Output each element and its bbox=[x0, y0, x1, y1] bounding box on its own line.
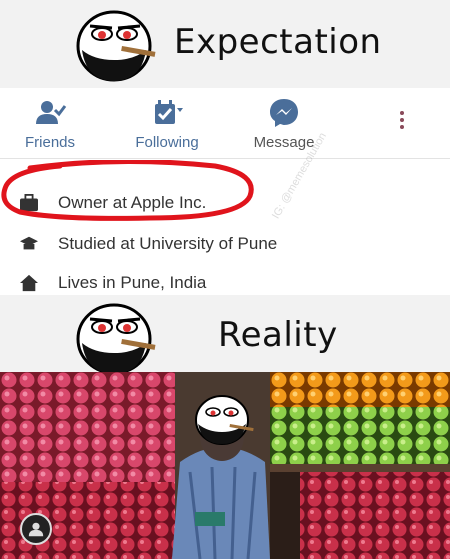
fruit-stall-photo bbox=[0, 372, 450, 559]
more-vertical-icon[interactable] bbox=[400, 108, 406, 132]
friends-button[interactable]: Friends bbox=[0, 96, 100, 151]
graduation-cap-icon bbox=[18, 234, 40, 254]
reality-panel: Reality bbox=[0, 295, 450, 375]
location-info-row: Lives in Pune, India bbox=[18, 270, 206, 296]
meme-face-icon bbox=[72, 4, 158, 84]
rss-feed-icon bbox=[150, 96, 184, 130]
education-info-text: Studied at University of Pune bbox=[58, 234, 278, 253]
user-avatar-icon[interactable] bbox=[20, 513, 52, 545]
reality-heading: Reality bbox=[218, 315, 338, 355]
expectation-panel: Expectation bbox=[0, 0, 450, 88]
friends-label: Friends bbox=[24, 134, 76, 151]
home-icon bbox=[18, 273, 40, 293]
expectation-heading: Expectation bbox=[174, 22, 382, 62]
divider bbox=[0, 158, 450, 159]
meme-face-icon bbox=[72, 297, 158, 377]
location-info-text: Lives in Pune, India bbox=[58, 273, 207, 292]
messenger-icon bbox=[267, 96, 301, 130]
following-button[interactable]: Following bbox=[117, 96, 217, 151]
following-label: Following bbox=[135, 134, 199, 151]
friend-check-icon bbox=[33, 96, 67, 130]
red-circle-annotation bbox=[1, 160, 254, 221]
education-info-row: Studied at University of Pune bbox=[18, 231, 277, 257]
